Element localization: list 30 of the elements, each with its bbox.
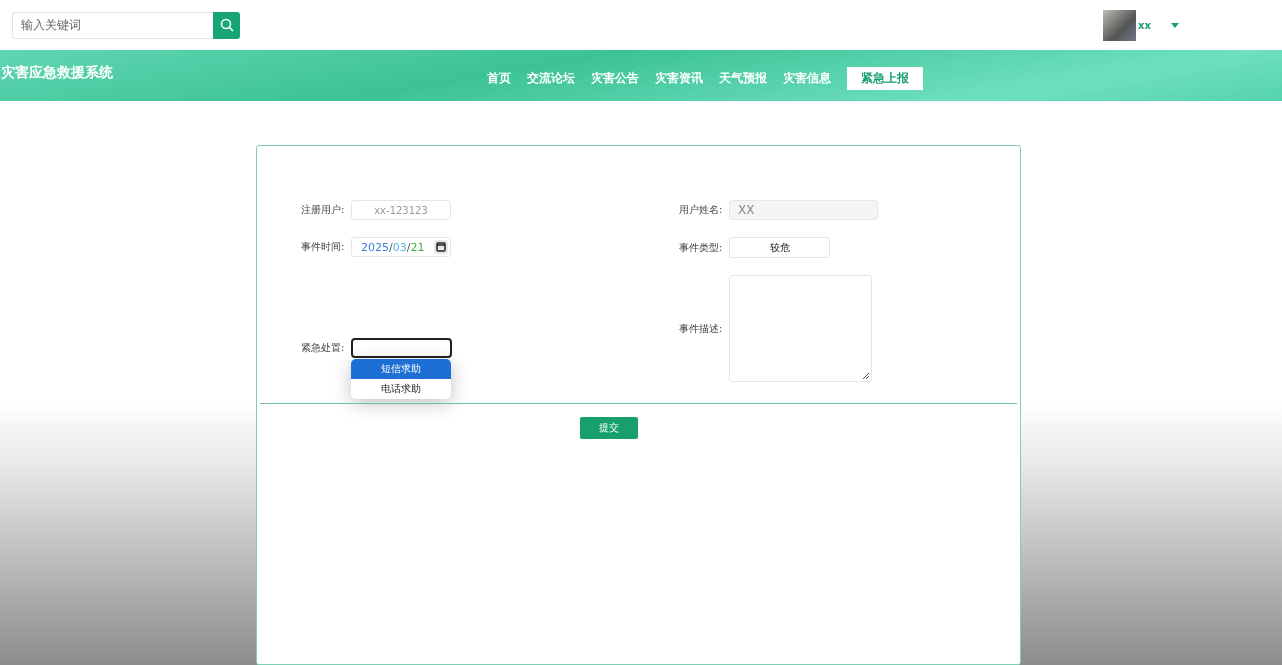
nav-link[interactable]: 灾害信息 [783,68,831,89]
date-field[interactable]: 2025/03/21 [351,237,451,257]
caret-icon[interactable] [1171,22,1179,28]
field-label: 事件时间: [301,240,345,254]
search-field[interactable]: 输入关键词 [12,11,213,39]
select-field[interactable] [351,338,452,358]
text-field[interactable]: xx-123123 [351,200,451,220]
field-label: 用户姓名: [679,203,723,217]
nav-link[interactable]: 灾害资讯 [655,68,703,89]
field-label: 紧急处置: [301,341,345,355]
user-name[interactable]: xx [1138,19,1151,31]
submit-button[interactable]: 提交 [580,417,638,439]
field-label: 事件类型: [679,240,723,255]
field-label: 事件描述: [679,321,723,336]
dropdown-option[interactable]: 电话求助 [351,379,451,399]
search-icon [219,18,234,32]
nav-link[interactable]: 灾害公告 [591,68,639,89]
dropdown-option[interactable]: 短信求助 [351,359,451,379]
nav-link[interactable]: 首页 [487,68,511,89]
nav-link[interactable]: 交流论坛 [527,68,575,89]
avatar-photo-placeholder[interactable] [1103,9,1137,41]
nav-link[interactable]: 紧急上报 [847,67,923,90]
calendar-icon[interactable] [434,240,448,254]
search-button[interactable] [213,11,240,39]
field-label: 注册用户: [301,203,345,217]
resize-grip-icon[interactable] [863,373,869,379]
nav-link[interactable]: 天气预报 [719,68,767,89]
description-field[interactable] [729,275,872,382]
site-title: 灾害应急救援系统 [1,64,114,82]
select-field[interactable]: 较危 [729,237,830,258]
